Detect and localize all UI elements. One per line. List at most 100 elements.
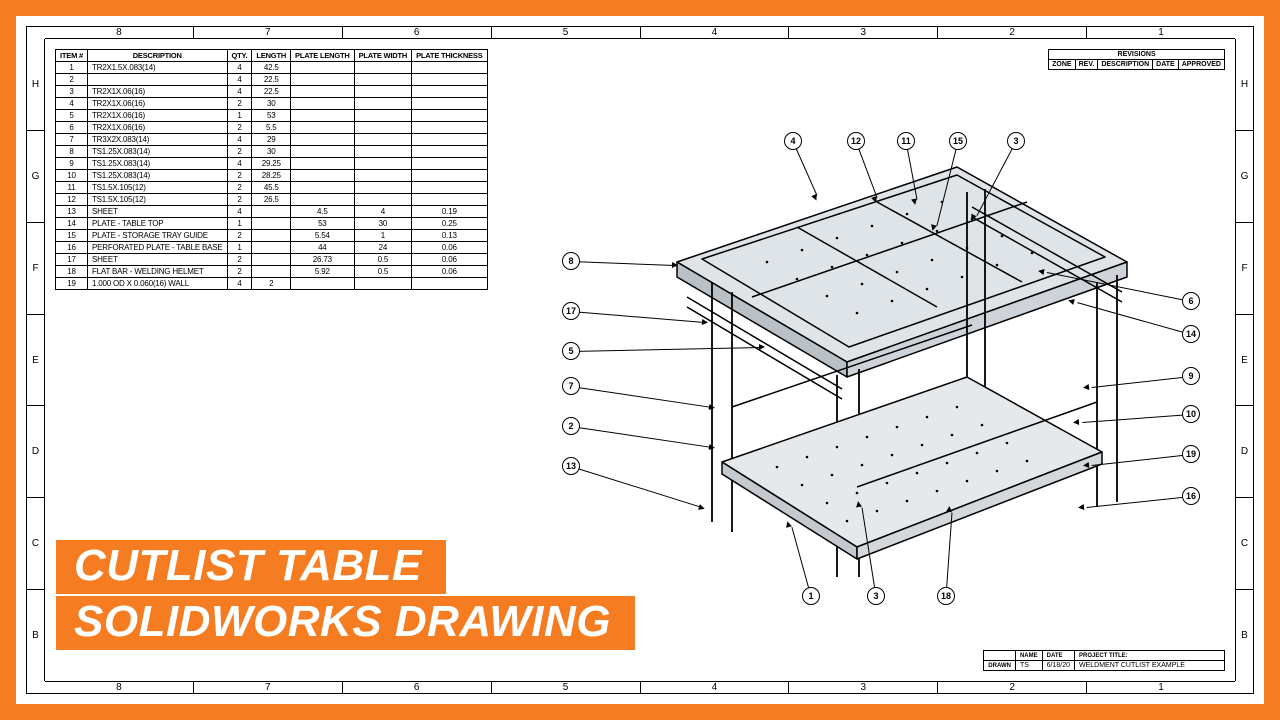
zone-label: G xyxy=(27,130,44,222)
table-row: 9TS1.25X.083(14)429.25 xyxy=(56,158,488,170)
caption-line-2: SOLIDWORKS DRAWING xyxy=(56,596,635,650)
table-row: 5TR2X1X.06(16)153 xyxy=(56,110,488,122)
table-row: 3TR2X1X.06(16)422.5 xyxy=(56,86,488,98)
revisions-block: REVISIONS ZONEREV.DESCRIPTIONDATEAPPROVE… xyxy=(1048,49,1225,70)
table-row: 191.000 OD X 0.060(16) WALL42 xyxy=(56,278,488,290)
zone-label: 2 xyxy=(937,27,1086,38)
cutlist-table: ITEM #DESCRIPTIONQTY.LENGTHPLATE LENGTH P… xyxy=(55,49,488,290)
leader-arrow xyxy=(672,262,681,268)
zone-label: 8 xyxy=(45,682,193,693)
table-row: 17SHEET226.730.50.06 xyxy=(56,254,488,266)
zone-label: 3 xyxy=(788,682,937,693)
table-row: 11TS1.5X.105(12)245.5 xyxy=(56,182,488,194)
zone-label: C xyxy=(1236,497,1253,589)
leader-arrow xyxy=(702,319,711,326)
tb-name-header: NAME xyxy=(1015,651,1042,661)
zone-label: 6 xyxy=(342,27,491,38)
table-row: 4TR2X1X.06(16)230 xyxy=(56,98,488,110)
zone-label: B xyxy=(27,589,44,681)
table-row: 6TR2X1X.06(16)25.5 xyxy=(56,122,488,134)
tb-drawn-label: DRAWN xyxy=(984,661,1016,671)
balloon-18: 18 xyxy=(937,587,955,605)
balloon-4: 4 xyxy=(784,132,802,150)
zone-label: D xyxy=(27,405,44,497)
revisions-header: ZONE xyxy=(1049,60,1075,70)
zone-label: D xyxy=(1236,405,1253,497)
balloon-3: 3 xyxy=(867,587,885,605)
zone-label: 2 xyxy=(937,682,1086,693)
zone-label: 4 xyxy=(640,682,789,693)
cutlist-header-row: ITEM #DESCRIPTIONQTY.LENGTHPLATE LENGTH P… xyxy=(56,50,488,62)
balloon-5: 5 xyxy=(562,342,580,360)
balloon-1: 1 xyxy=(802,587,820,605)
balloon-12: 12 xyxy=(847,132,865,150)
leader-arrow xyxy=(946,503,953,512)
table-row: 16PERFORATED PLATE - TABLE BASE144240.06 xyxy=(56,242,488,254)
zone-label: B xyxy=(1236,589,1253,681)
balloon-17: 17 xyxy=(562,302,580,320)
cutlist-header: PLATE THICKNESS xyxy=(412,50,487,62)
zone-label: G xyxy=(1236,130,1253,222)
tb-project-title: WELDMENT CUTLIST EXAMPLE xyxy=(1075,661,1225,671)
zone-ruler-bottom: 87654321 xyxy=(45,681,1235,693)
balloon-2: 2 xyxy=(562,417,580,435)
drawing-sheet: 87654321 87654321 HGFEDCB HGFEDCB ITEM #… xyxy=(16,16,1264,704)
zone-label: E xyxy=(1236,314,1253,406)
table-row: 1TR2X1.5X.083(14)442.5 xyxy=(56,62,488,74)
cutlist-header: PLATE LENGTH xyxy=(291,50,355,62)
tb-project-label: PROJECT TITLE: xyxy=(1075,651,1225,661)
zone-label: F xyxy=(27,222,44,314)
cutlist-header: LENGTH xyxy=(252,50,291,62)
tb-date-header: DATE xyxy=(1042,651,1074,661)
balloon-8: 8 xyxy=(562,252,580,270)
zone-label: H xyxy=(1236,39,1253,130)
cutlist-header: QTY. xyxy=(227,50,252,62)
zone-ruler-right: HGFEDCB xyxy=(1235,39,1253,681)
zone-label: 3 xyxy=(788,27,937,38)
cutlist-header: ITEM # xyxy=(56,50,88,62)
balloon-3: 3 xyxy=(1007,132,1025,150)
revisions-header: APPROVED xyxy=(1178,60,1224,70)
zone-label: 7 xyxy=(193,27,342,38)
table-row: 13SHEET44.540.19 xyxy=(56,206,488,218)
cutlist-header: DESCRIPTION xyxy=(87,50,227,62)
zone-label: 6 xyxy=(342,682,491,693)
title-block: NAME DATE PROJECT TITLE: DRAWN TS 6/18/2… xyxy=(983,650,1225,671)
balloon-14: 14 xyxy=(1182,325,1200,343)
revisions-header: DESCRIPTION xyxy=(1098,60,1153,70)
zone-label: 1 xyxy=(1086,682,1235,693)
revisions-header: DATE xyxy=(1153,60,1179,70)
zone-label: C xyxy=(27,497,44,589)
table-row: 8TS1.25X.083(14)230 xyxy=(56,146,488,158)
zone-label: 5 xyxy=(491,27,640,38)
table-model-svg xyxy=(537,107,1237,627)
tb-drawn-name: TS xyxy=(1015,661,1042,671)
balloon-6: 6 xyxy=(1182,292,1200,310)
revisions-title: REVISIONS xyxy=(1049,50,1225,60)
balloon-7: 7 xyxy=(562,377,580,395)
iso-drawing-view: 412111538175721361491019161318 xyxy=(537,107,1237,627)
zone-label: 4 xyxy=(640,27,789,38)
leader-arrow xyxy=(1080,462,1090,469)
table-row: 14PLATE - TABLE TOP153300.25 xyxy=(56,218,488,230)
balloon-11: 11 xyxy=(897,132,915,150)
zone-ruler-top: 87654321 xyxy=(45,27,1235,39)
balloon-16: 16 xyxy=(1182,487,1200,505)
leader-arrow xyxy=(855,498,862,508)
balloon-19: 19 xyxy=(1182,445,1200,463)
outer-frame: 87654321 87654321 HGFEDCB HGFEDCB ITEM #… xyxy=(0,0,1280,720)
table-row: 10TS1.25X.083(14)228.25 xyxy=(56,170,488,182)
leader-arrow xyxy=(759,344,768,350)
table-row: 7TR3X2X.083(14)429 xyxy=(56,134,488,146)
table-row: 2422.5 xyxy=(56,74,488,86)
zone-label: 8 xyxy=(45,27,193,38)
table-row: 12TS1.5X.105(12)226.5 xyxy=(56,194,488,206)
leader-arrow xyxy=(1075,504,1085,511)
zone-label: E xyxy=(27,314,44,406)
balloon-9: 9 xyxy=(1182,367,1200,385)
balloon-15: 15 xyxy=(949,132,967,150)
zone-label: F xyxy=(1236,222,1253,314)
revisions-header: REV. xyxy=(1075,60,1098,70)
leader-arrow xyxy=(1070,419,1079,426)
table-row: 18FLAT BAR - WELDING HELMET25.920.50.06 xyxy=(56,266,488,278)
